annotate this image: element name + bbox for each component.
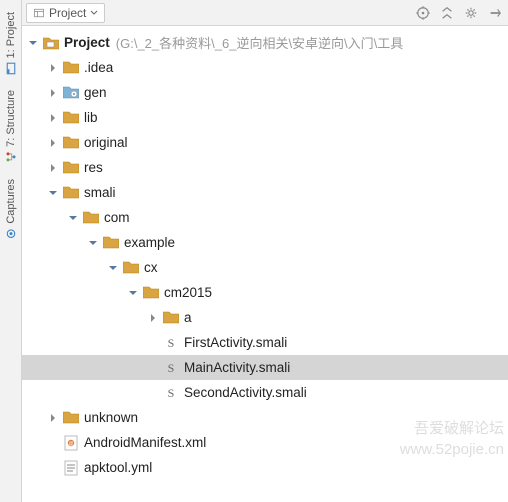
tree-item-label: cx: [144, 260, 158, 275]
svg-text:@: @: [68, 441, 73, 447]
tree-item-original[interactable]: original: [22, 130, 508, 155]
tree-item-smali[interactable]: smali: [22, 180, 508, 205]
svg-text:S: S: [168, 336, 175, 350]
folder-icon: [62, 184, 80, 202]
tree-root-path: (G:\_2_各种资料\_6_逆向相关\安卓逆向\入门\工具: [116, 33, 404, 52]
expand-arrow[interactable]: [46, 186, 60, 200]
tree-item-apktool[interactable]: apktool.yml: [22, 455, 508, 480]
svg-text:S: S: [168, 386, 175, 400]
tree-item-label: SecondActivity.smali: [184, 385, 307, 400]
folder-icon: [162, 309, 180, 327]
expand-arrow[interactable]: [146, 311, 160, 325]
smali-file-icon: S: [162, 359, 180, 377]
folder-icon: [62, 59, 80, 77]
project-tree[interactable]: Project (G:\_2_各种资料\_6_逆向相关\安卓逆向\入门\工具 .…: [22, 26, 508, 502]
chevron-down-icon: [90, 9, 98, 17]
tree-item-second-activity[interactable]: S SecondActivity.smali: [22, 380, 508, 405]
tab-project-label: 1: Project: [5, 12, 17, 58]
tree-item-label: example: [124, 235, 175, 250]
tree-item-label: a: [184, 310, 192, 325]
folder-icon: [62, 134, 80, 152]
expand-arrow[interactable]: [46, 411, 60, 425]
folder-icon: [62, 109, 80, 127]
tab-structure-label: 7: Structure: [5, 90, 17, 147]
tree-item-lib[interactable]: lib: [22, 105, 508, 130]
tree-root-label: Project: [64, 35, 110, 50]
expand-arrow[interactable]: [26, 36, 40, 50]
expand-arrow[interactable]: [46, 111, 60, 125]
folder-icon: [62, 409, 80, 427]
project-folder-icon: [42, 34, 60, 52]
tab-project[interactable]: 1: Project: [3, 4, 19, 82]
project-panel: Project Project (G:\_2_各种资料\: [22, 0, 508, 502]
folder-icon: [122, 259, 140, 277]
expand-arrow[interactable]: [46, 61, 60, 75]
tree-item-label: unknown: [84, 410, 138, 425]
tree-item-first-activity[interactable]: S FirstActivity.smali: [22, 330, 508, 355]
svg-text:S: S: [168, 361, 175, 375]
folder-icon: [82, 209, 100, 227]
tree-item-com[interactable]: com: [22, 205, 508, 230]
tool-window-tabs: 1: Project 7: Structure Captures: [0, 0, 22, 502]
tree-item-label: com: [104, 210, 130, 225]
collapse-all-button[interactable]: [438, 4, 456, 22]
expand-arrow[interactable]: [46, 136, 60, 150]
smali-file-icon: S: [162, 384, 180, 402]
expand-arrow[interactable]: [66, 211, 80, 225]
folder-icon: [62, 159, 80, 177]
tree-item-res[interactable]: res: [22, 155, 508, 180]
gear-icon: [464, 6, 478, 20]
hide-icon: [488, 6, 502, 20]
project-view-icon: [33, 7, 45, 19]
tree-item-label: cm2015: [164, 285, 212, 300]
expand-arrow[interactable]: [106, 261, 120, 275]
expand-arrow[interactable]: [46, 161, 60, 175]
tree-item-label: MainActivity.smali: [184, 360, 290, 375]
tree-item-label: FirstActivity.smali: [184, 335, 287, 350]
tree-item-a[interactable]: a: [22, 305, 508, 330]
tree-item-unknown[interactable]: unknown: [22, 405, 508, 430]
folder-icon: [142, 284, 160, 302]
tree-item-idea[interactable]: .idea: [22, 55, 508, 80]
tab-captures-label: Captures: [5, 179, 17, 224]
scroll-to-source-button[interactable]: [414, 4, 432, 22]
tree-item-label: smali: [84, 185, 116, 200]
tab-structure[interactable]: 7: Structure: [3, 82, 19, 171]
view-mode-label: Project: [49, 6, 86, 20]
tree-item-label: lib: [84, 110, 98, 125]
project-toolbar: Project: [22, 0, 508, 26]
tree-item-label: .idea: [84, 60, 113, 75]
expand-arrow[interactable]: [86, 236, 100, 250]
target-icon: [416, 6, 430, 20]
tree-item-main-activity[interactable]: S MainActivity.smali: [22, 355, 508, 380]
tree-item-cx[interactable]: cx: [22, 255, 508, 280]
view-mode-selector[interactable]: Project: [26, 3, 105, 23]
yml-file-icon: [62, 459, 80, 477]
expand-arrow[interactable]: [46, 86, 60, 100]
tree-item-label: AndroidManifest.xml: [84, 435, 206, 450]
collapse-icon: [440, 6, 454, 20]
tree-item-label: original: [84, 135, 128, 150]
gen-folder-icon: [62, 84, 80, 102]
expand-arrow[interactable]: [126, 286, 140, 300]
tree-item-cm2015[interactable]: cm2015: [22, 280, 508, 305]
tree-item-gen[interactable]: gen: [22, 80, 508, 105]
tree-item-label: gen: [84, 85, 107, 100]
tab-captures[interactable]: Captures: [3, 171, 19, 248]
folder-icon: [102, 234, 120, 252]
tree-item-manifest[interactable]: @ AndroidManifest.xml: [22, 430, 508, 455]
xml-file-icon: @: [62, 434, 80, 452]
settings-button[interactable]: [462, 4, 480, 22]
hide-button[interactable]: [486, 4, 504, 22]
tree-root[interactable]: Project (G:\_2_各种资料\_6_逆向相关\安卓逆向\入门\工具: [22, 30, 508, 55]
tree-item-label: res: [84, 160, 103, 175]
smali-file-icon: S: [162, 334, 180, 352]
tree-item-label: apktool.yml: [84, 460, 152, 475]
tree-item-example[interactable]: example: [22, 230, 508, 255]
